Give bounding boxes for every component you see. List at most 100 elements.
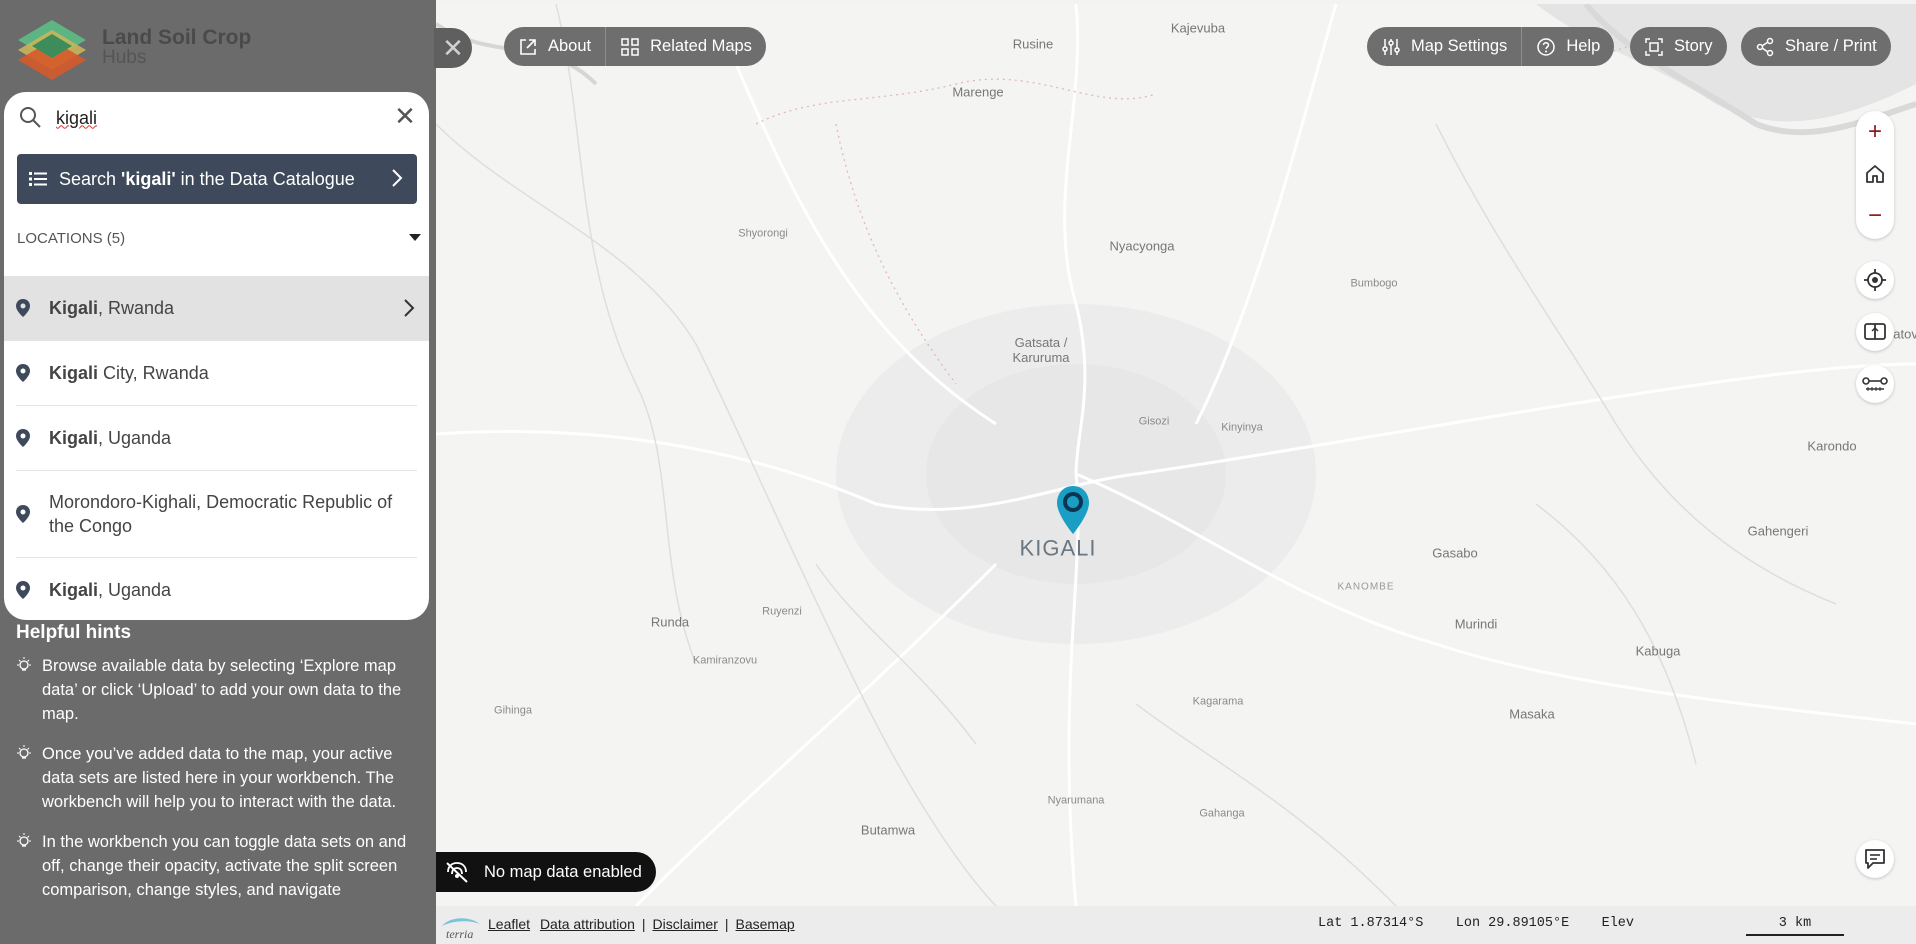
lsc-logo-icon xyxy=(18,20,86,80)
basemap-link[interactable]: Basemap xyxy=(736,916,795,932)
zoom-out-button[interactable]: − xyxy=(1856,195,1894,237)
hint-item: Browse available data by selecting ‘Expl… xyxy=(16,654,426,726)
lightbulb-icon xyxy=(17,745,31,759)
lat-label: Lat xyxy=(1318,916,1343,931)
map-label: Gahengeri xyxy=(1747,523,1809,539)
data-attribution-link[interactable]: Data attribution xyxy=(540,916,635,932)
status-bar: terria Leaflet Data attribution | Disclaim… xyxy=(436,906,1916,944)
lon-value: 29.89105°E xyxy=(1488,916,1570,931)
map-label: Gihinga xyxy=(494,704,532,717)
location-result[interactable]: Kigali, Uganda xyxy=(16,406,417,471)
disclaimer-link[interactable]: Disclaimer xyxy=(653,916,718,932)
locations-header[interactable]: LOCATIONS (5) xyxy=(17,230,421,250)
map-label: Rusine xyxy=(1012,36,1054,52)
location-name-rest: , Uganda xyxy=(98,428,172,448)
search-input[interactable] xyxy=(54,102,378,134)
story-button[interactable]: Story xyxy=(1630,27,1727,66)
terria-logo-icon[interactable]: terria xyxy=(440,912,482,940)
chevron-right-icon xyxy=(404,299,415,317)
brand-logo[interactable]: Land Soil Crop Hubs xyxy=(16,14,251,82)
home-icon xyxy=(1866,165,1884,183)
helpful-hints: Helpful hints Browse available data by s… xyxy=(16,622,426,918)
map-label: Kabuga xyxy=(1635,643,1681,659)
sliders-icon xyxy=(1382,38,1400,55)
search-box: ✕ xyxy=(4,92,429,142)
help-circle-icon xyxy=(1537,37,1556,56)
brand-subtitle: Hubs xyxy=(102,47,147,68)
leaflet-link[interactable]: Leaflet xyxy=(488,916,530,932)
map-label: Gatsata / Karuruma xyxy=(1012,335,1070,365)
hint-item: Once you’ve added data to the map, your … xyxy=(16,742,426,814)
catalogue-query: 'kigali' xyxy=(121,168,176,189)
split-screen-button[interactable] xyxy=(1856,313,1894,351)
related-maps-label: Related Maps xyxy=(650,37,752,55)
help-button[interactable]: Help xyxy=(1521,27,1614,66)
lat-value: 1.87314°S xyxy=(1350,916,1424,931)
map-label: Kamiranzovu xyxy=(692,654,758,667)
location-name-rest: City, Rwanda xyxy=(98,363,209,383)
pin-icon xyxy=(16,299,30,317)
share-menu: Share / Print xyxy=(1741,27,1891,66)
brand-title: Land Soil Crop xyxy=(102,26,252,49)
map-label: Bumbogo xyxy=(1350,277,1398,290)
caret-down-icon xyxy=(409,234,421,241)
about-label: About xyxy=(548,37,592,55)
pin-icon xyxy=(16,581,30,599)
map-label: Karondo xyxy=(1807,438,1857,454)
catalogue-prefix: Search xyxy=(59,168,122,189)
hint-item: In the workbench you can toggle data set… xyxy=(16,830,426,902)
map-settings-label: Map Settings xyxy=(1411,37,1508,55)
related-maps-button[interactable]: Related Maps xyxy=(605,27,766,66)
marker-label: KIGALI xyxy=(1019,535,1097,561)
location-name-rest: , Rwanda xyxy=(98,298,175,318)
reset-view-button[interactable] xyxy=(1856,153,1894,195)
location-name-rest: , Uganda xyxy=(98,580,172,600)
location-name-match: Kigali xyxy=(49,363,99,383)
share-print-button[interactable]: Share / Print xyxy=(1741,27,1891,66)
measure-tool-button[interactable] xyxy=(1856,365,1894,403)
feedback-button[interactable] xyxy=(1856,840,1894,878)
map-label: Butamwa xyxy=(860,822,916,838)
lightbulb-icon xyxy=(17,657,31,671)
ruler-icon xyxy=(1862,377,1888,391)
close-icon: ✕ xyxy=(442,32,464,63)
pin-icon xyxy=(16,364,30,382)
top-right-menu: Map Settings Help xyxy=(1367,27,1615,66)
map-label: Kinyinya xyxy=(1221,421,1263,434)
map-label: Kajevuba xyxy=(1170,20,1226,36)
clear-search-icon[interactable]: ✕ xyxy=(391,102,419,130)
zoom-in-button[interactable]: + xyxy=(1856,111,1894,153)
map-label: Runda xyxy=(650,614,690,630)
external-link-icon xyxy=(520,38,536,55)
elev-label: Elev xyxy=(1601,916,1634,931)
my-location-button[interactable] xyxy=(1856,261,1894,299)
location-name-rest: Morondoro-Kighali, Democratic Republic o… xyxy=(49,492,393,536)
help-label: Help xyxy=(1566,37,1601,55)
search-panel: ✕ Search 'kigali' in the Data Catalogue … xyxy=(4,92,429,620)
plus-icon: + xyxy=(1867,118,1882,145)
map-label: Gahanga xyxy=(1199,807,1245,820)
story-menu: Story xyxy=(1630,27,1727,66)
location-result[interactable]: Kigali City, Rwanda xyxy=(16,341,417,406)
catalogue-suffix: in the Data Catalogue xyxy=(175,168,355,189)
location-result[interactable]: Kigali, Rwanda xyxy=(4,276,429,341)
map-settings-button[interactable]: Map Settings xyxy=(1367,27,1521,66)
location-result[interactable]: Morondoro-Kighali, Democratic Republic o… xyxy=(16,471,417,558)
story-icon xyxy=(1645,37,1663,56)
chevron-right-icon xyxy=(392,169,403,187)
location-marker-icon[interactable] xyxy=(1055,484,1091,536)
location-name-match: Kigali xyxy=(49,580,99,600)
feedback-icon xyxy=(1865,849,1885,869)
map-label: Kagarama xyxy=(1192,695,1244,708)
map-label: Murindi xyxy=(1454,616,1498,632)
about-button[interactable]: About xyxy=(504,27,605,66)
top-left-menu: About Related Maps xyxy=(504,27,766,66)
map-label: KANOMBE xyxy=(1337,581,1395,593)
locations-count-label: LOCATIONS (5) xyxy=(17,230,126,247)
search-catalogue-button[interactable]: Search 'kigali' in the Data Catalogue xyxy=(17,154,417,204)
map-label: Shyorongi xyxy=(738,227,788,240)
map-canvas[interactable]: Kajevuba Rusine Marenge Shyorongi Nyacyo… xyxy=(436,4,1916,906)
location-result[interactable]: Kigali, Uganda xyxy=(16,558,417,620)
lightbulb-icon xyxy=(17,833,31,847)
crosshair-icon xyxy=(1864,269,1886,291)
